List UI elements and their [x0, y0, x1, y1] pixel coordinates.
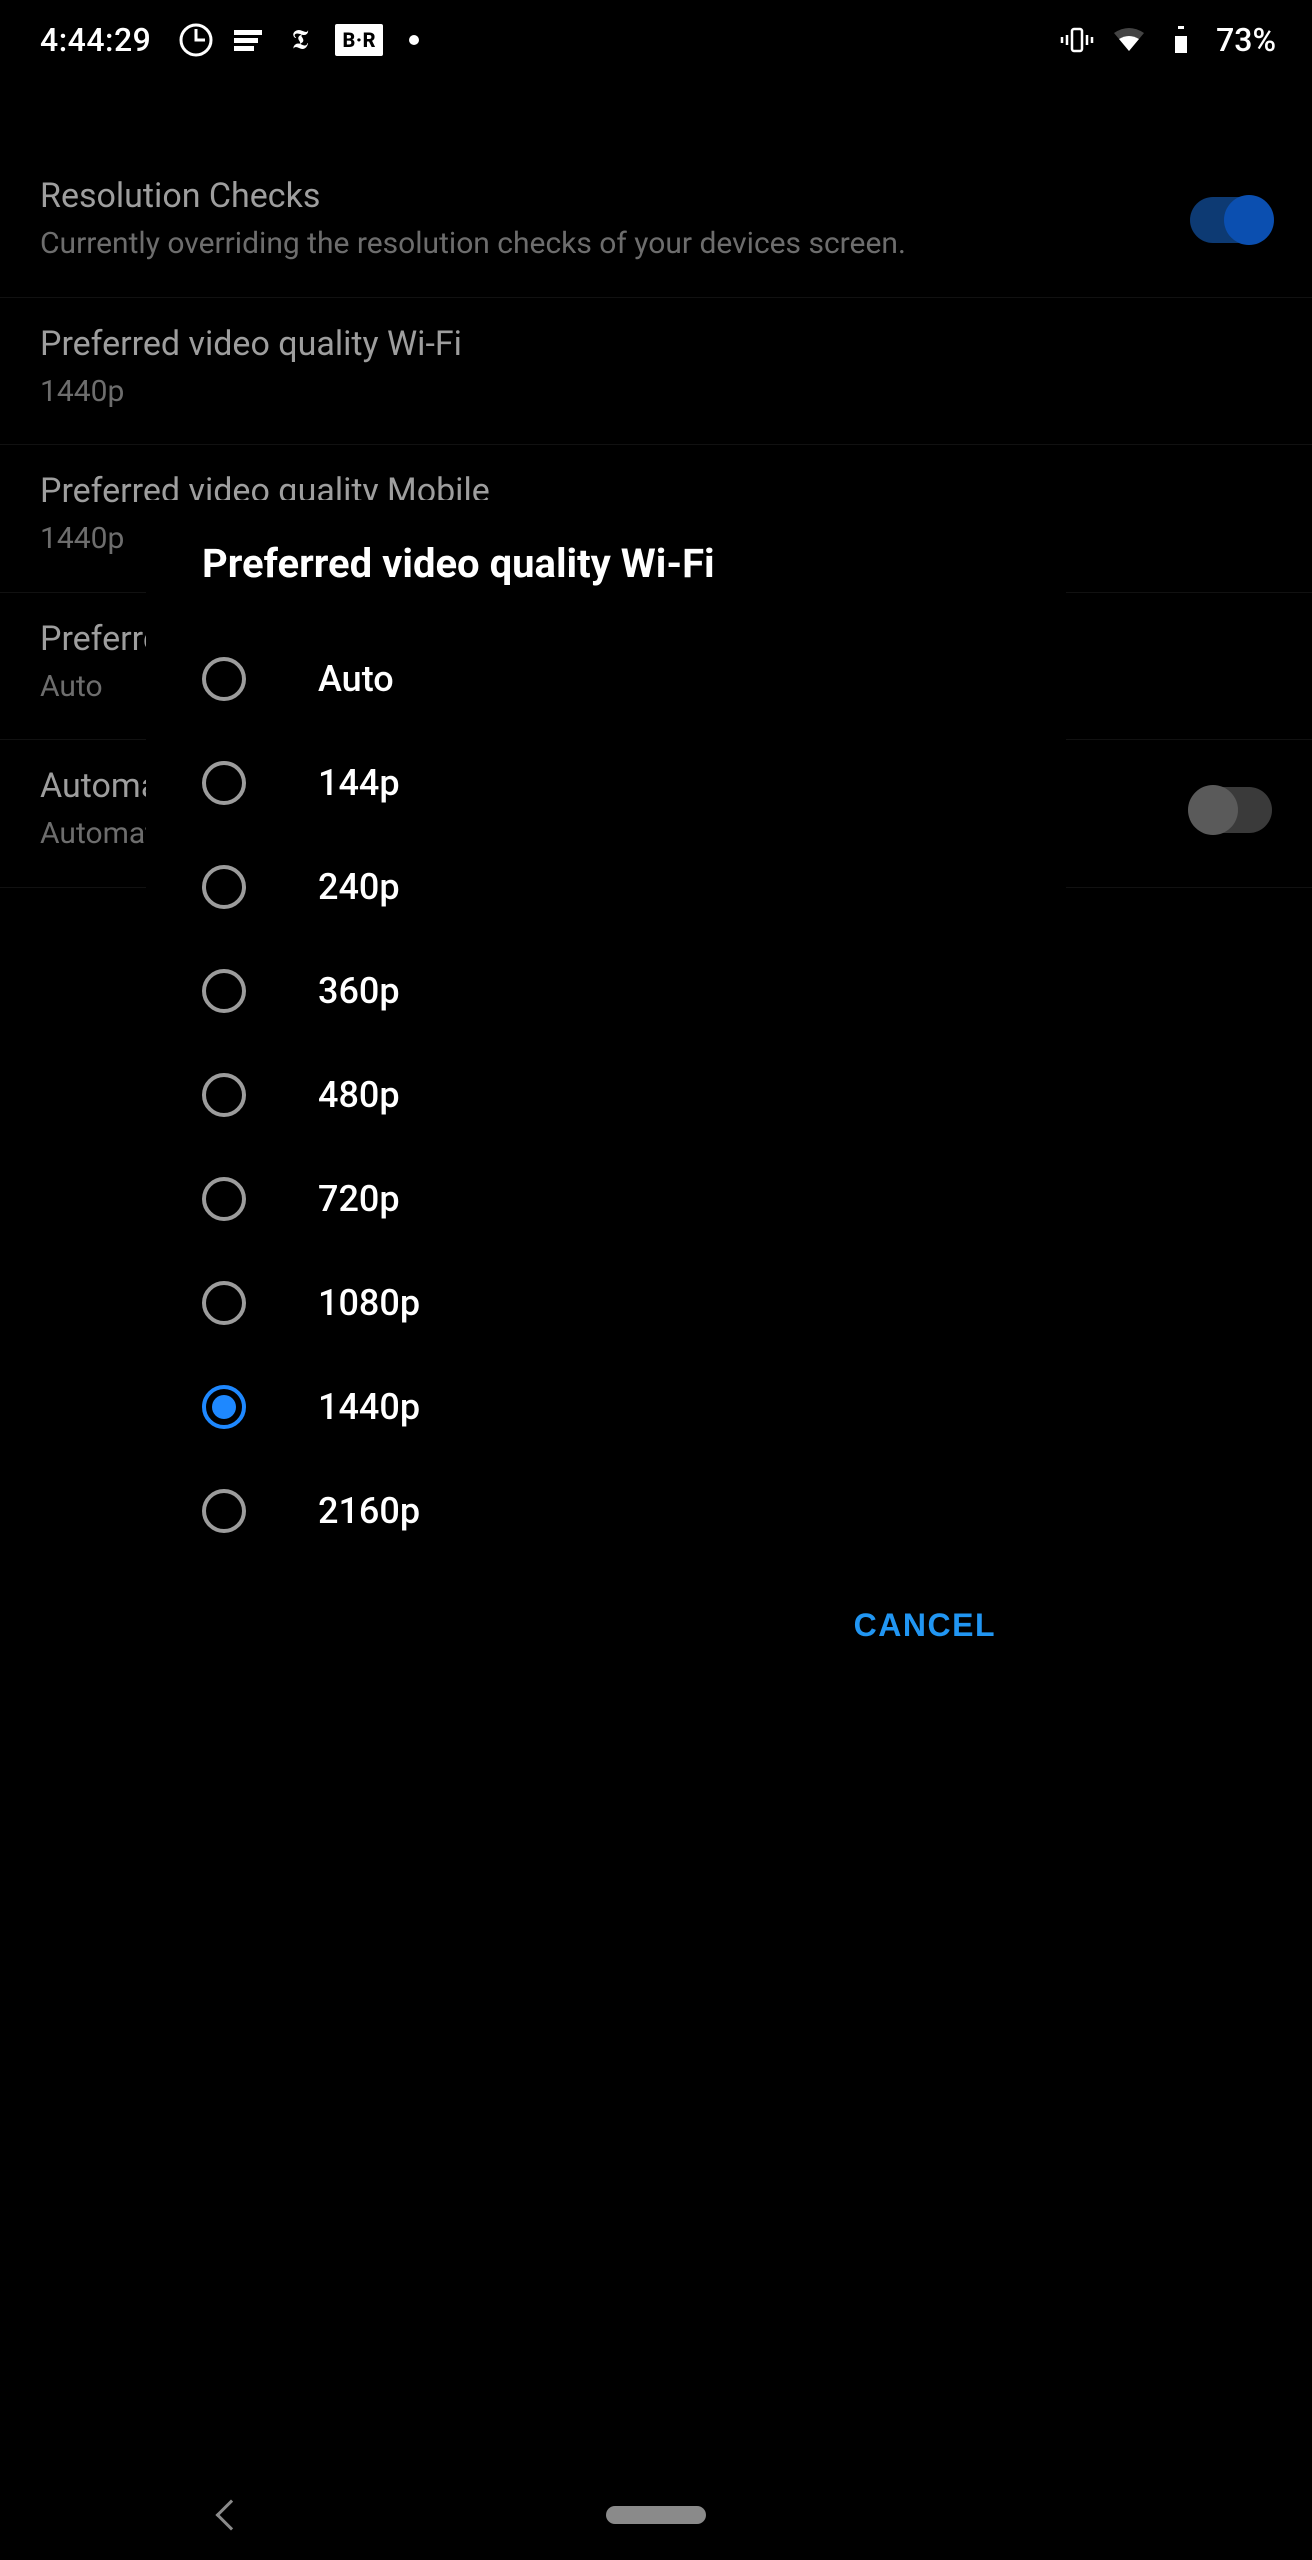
radio-icon	[202, 1177, 246, 1221]
cancel-button[interactable]: CANCEL	[854, 1607, 996, 1644]
setting-subtitle: 1440p	[40, 372, 1272, 413]
option-1080p[interactable]: 1080p	[146, 1251, 1066, 1355]
option-label: 240p	[318, 866, 400, 908]
radio-icon	[202, 1073, 246, 1117]
option-144p[interactable]: 144p	[146, 731, 1066, 835]
svg-text:𝕿: 𝕿	[292, 25, 309, 56]
setting-title: Resolution Checks	[40, 176, 1150, 216]
dialog-actions: CANCEL	[146, 1563, 1066, 1644]
status-bar: 4:44:29 𝕿 B·R 73%	[0, 0, 1312, 80]
option-240p[interactable]: 240p	[146, 835, 1066, 939]
radio-icon	[202, 969, 246, 1013]
toggle-auto-captions[interactable]	[1190, 787, 1272, 833]
guardian-icon	[179, 23, 213, 57]
option-480p[interactable]: 480p	[146, 1043, 1066, 1147]
more-notifications-icon	[409, 35, 419, 45]
radio-icon	[202, 657, 246, 701]
radio-icon	[202, 1281, 246, 1325]
setting-title: Preferred video quality Wi-Fi	[40, 324, 1272, 364]
battery-icon	[1164, 23, 1198, 57]
wifi-icon	[1112, 23, 1146, 57]
navigation-bar	[0, 2470, 1312, 2560]
battery-percent: 73%	[1216, 21, 1276, 59]
option-label: 144p	[318, 762, 400, 804]
status-right: 73%	[1060, 21, 1276, 59]
vibrate-icon	[1060, 23, 1094, 57]
setting-resolution-checks[interactable]: Resolution Checks Currently overriding t…	[0, 150, 1312, 298]
option-360p[interactable]: 360p	[146, 939, 1066, 1043]
espn-icon	[231, 23, 265, 57]
option-label: 1440p	[318, 1386, 420, 1428]
option-2160p[interactable]: 2160p	[146, 1459, 1066, 1563]
option-label: 480p	[318, 1074, 400, 1116]
option-1440p[interactable]: 1440p	[146, 1355, 1066, 1459]
nyt-icon: 𝕿	[283, 23, 317, 57]
option-label: 720p	[318, 1178, 400, 1220]
option-auto[interactable]: Auto	[146, 627, 1066, 731]
option-label: 2160p	[318, 1490, 420, 1532]
quality-dialog: Preferred video quality Wi-Fi Auto 144p …	[146, 500, 1066, 1700]
status-left: 4:44:29 𝕿 B·R	[40, 21, 419, 59]
nav-back-button[interactable]	[215, 2499, 246, 2530]
toggle-resolution-checks[interactable]	[1190, 197, 1272, 243]
br-icon: B·R	[335, 24, 383, 56]
option-label: 360p	[318, 970, 400, 1012]
nav-home-pill[interactable]	[606, 2506, 706, 2524]
radio-icon	[202, 1489, 246, 1533]
radio-icon	[202, 1385, 246, 1429]
status-clock: 4:44:29	[40, 21, 151, 59]
option-label: 1080p	[318, 1282, 420, 1324]
option-720p[interactable]: 720p	[146, 1147, 1066, 1251]
dialog-title: Preferred video quality Wi-Fi	[146, 540, 1066, 627]
radio-icon	[202, 761, 246, 805]
setting-subtitle: Currently overriding the resolution chec…	[40, 224, 1150, 265]
radio-icon	[202, 865, 246, 909]
setting-quality-wifi[interactable]: Preferred video quality Wi-Fi 1440p	[0, 298, 1312, 446]
option-label: Auto	[318, 658, 394, 700]
